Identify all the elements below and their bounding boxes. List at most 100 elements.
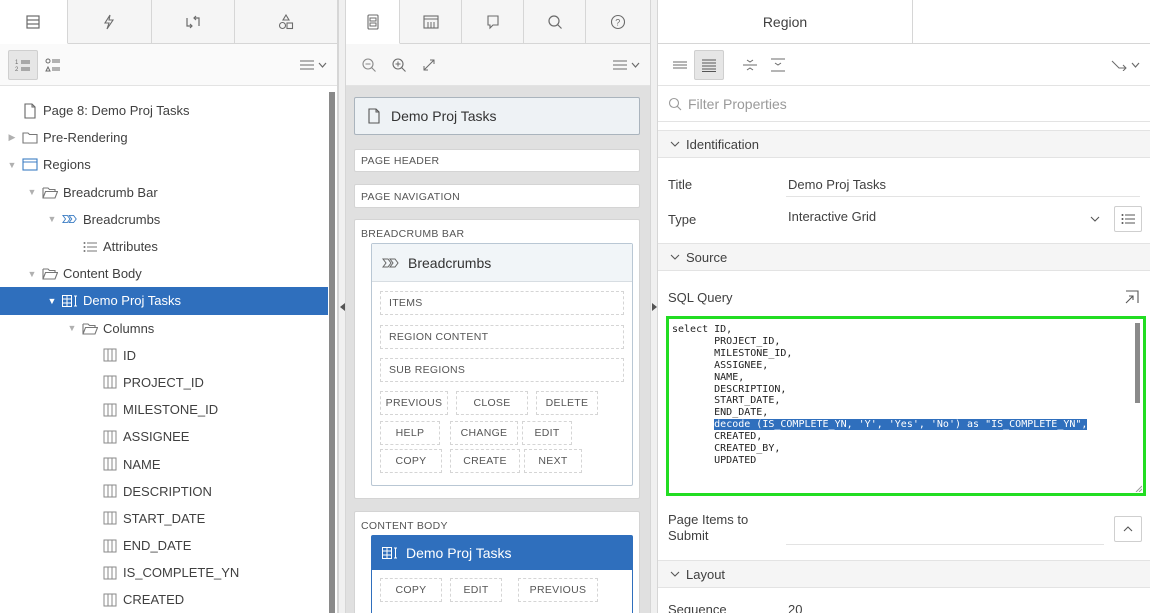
- collapse-toggle-icon[interactable]: ▼: [46, 296, 58, 306]
- sequence-value[interactable]: 20: [788, 602, 802, 613]
- identification-label: Identification: [686, 136, 759, 152]
- help-dropzone[interactable]: HELP: [380, 421, 440, 445]
- left-splitter[interactable]: [338, 0, 346, 613]
- left-menu-button[interactable]: [300, 59, 329, 71]
- grid-icon: [62, 294, 78, 308]
- breadcrumb-bar-slot[interactable]: BREADCRUMB BAR Breadcrumbs ITEMS REGION …: [354, 219, 640, 499]
- tree-node[interactable]: IS_COMPLETE_YN: [0, 559, 328, 586]
- chevron-down-icon[interactable]: [1090, 216, 1100, 222]
- type-value[interactable]: Interactive Grid: [788, 209, 876, 224]
- grid-region[interactable]: Demo Proj Tasks COPY EDIT PREVIOUS: [371, 535, 633, 613]
- tab-messages[interactable]: [462, 0, 524, 43]
- copy-dropzone[interactable]: COPY: [380, 449, 442, 473]
- menu-icon: [300, 60, 314, 69]
- column-icon: [102, 484, 118, 498]
- sql-scrollbar[interactable]: [1135, 323, 1140, 403]
- expand-toggle-icon[interactable]: ▶: [6, 132, 18, 143]
- sql-query-editor[interactable]: select ID, PROJECT_ID, MILESTONE_ID, ASS…: [666, 316, 1146, 496]
- resize-handle-icon[interactable]: [1134, 484, 1142, 492]
- page-items-picker-button[interactable]: [1114, 516, 1142, 542]
- collapse-all-button[interactable]: [764, 51, 792, 79]
- show-all-button[interactable]: [694, 49, 724, 80]
- title-value[interactable]: Demo Proj Tasks: [788, 177, 886, 192]
- create-dropzone[interactable]: CREATE: [450, 449, 520, 473]
- type-list-button[interactable]: [1114, 206, 1142, 232]
- close-dropzone[interactable]: CLOSE: [456, 391, 528, 415]
- expand-all-button[interactable]: [736, 51, 764, 79]
- tree-node[interactable]: ▶ Pre-Rendering: [0, 124, 328, 151]
- grid-previous-dropzone[interactable]: PREVIOUS: [518, 578, 598, 602]
- filter-properties[interactable]: Filter Properties: [658, 86, 1150, 122]
- items-dropzone[interactable]: ITEMS: [380, 291, 624, 315]
- identification-group-header[interactable]: Identification: [658, 130, 1150, 158]
- tree-node[interactable]: END_DATE: [0, 532, 328, 559]
- tree-node-label: START_DATE: [123, 510, 206, 526]
- tree-node[interactable]: ▼ Columns: [0, 315, 328, 342]
- tree-node[interactable]: PROJECT_ID: [0, 369, 328, 396]
- expand-button[interactable]: [414, 50, 444, 80]
- zoom-out-button[interactable]: [354, 50, 384, 80]
- tree-node[interactable]: CREATED: [0, 586, 328, 613]
- tab-region[interactable]: Region: [658, 0, 913, 43]
- group-by-component-button[interactable]: [38, 50, 68, 80]
- speech-bubble-icon: [486, 14, 499, 29]
- sub-regions-dropzone[interactable]: SUB REGIONS: [380, 358, 624, 382]
- tree-node[interactable]: ▼ Demo Proj Tasks: [0, 287, 328, 315]
- tree-node[interactable]: START_DATE: [0, 505, 328, 532]
- delete-dropzone[interactable]: DELETE: [536, 391, 598, 415]
- title-label: Title: [668, 176, 693, 192]
- grid-edit-dropzone[interactable]: EDIT: [450, 578, 502, 602]
- left-scrollbar[interactable]: [329, 92, 335, 613]
- tree-node-label: Breadcrumb Bar: [63, 184, 158, 200]
- content-body-slot[interactable]: CONTENT BODY Demo Proj Tasks COPY EDIT P…: [354, 511, 640, 613]
- right-splitter[interactable]: [650, 0, 658, 613]
- source-group-header[interactable]: Source: [658, 243, 1150, 271]
- tab-search[interactable]: [524, 0, 586, 43]
- page-navigation-slot[interactable]: PAGE NAVIGATION: [354, 184, 640, 208]
- tree-node[interactable]: ID: [0, 342, 328, 369]
- attributes-icon: [82, 240, 98, 254]
- collapse-toggle-icon[interactable]: ▼: [66, 323, 78, 333]
- edit-dropzone[interactable]: EDIT: [522, 421, 572, 445]
- region-content-dropzone[interactable]: REGION CONTENT: [380, 325, 624, 349]
- mid-menu-button[interactable]: [613, 59, 642, 71]
- order-processing-button[interactable]: 12: [8, 49, 38, 80]
- page-header-slot[interactable]: PAGE HEADER: [354, 149, 640, 172]
- tree-node[interactable]: ▼ Content Body: [0, 260, 328, 287]
- tab-help[interactable]: ?: [586, 0, 650, 43]
- tree-node[interactable]: Page 8: Demo Proj Tasks: [0, 97, 328, 124]
- tree-node[interactable]: ▼ Breadcrumbs: [0, 206, 328, 233]
- collapse-toggle-icon[interactable]: ▼: [46, 214, 58, 224]
- tree-node[interactable]: ▼ Regions: [0, 151, 328, 178]
- go-to-group-button[interactable]: [1111, 59, 1142, 71]
- svg-text:1: 1: [15, 60, 19, 66]
- chevron-down-icon: [670, 571, 680, 577]
- tree-node[interactable]: ASSIGNEE: [0, 423, 328, 450]
- tab-rendering[interactable]: [0, 0, 68, 44]
- next-dropzone[interactable]: NEXT: [524, 449, 582, 473]
- tab-processing[interactable]: [152, 0, 236, 43]
- show-common-button[interactable]: [666, 51, 694, 79]
- page-title-box[interactable]: Demo Proj Tasks: [354, 97, 640, 135]
- sql-query-text[interactable]: select ID, PROJECT_ID, MILESTONE_ID, ASS…: [669, 319, 1143, 467]
- breadcrumbs-region[interactable]: Breadcrumbs ITEMS REGION CONTENT SUB REG…: [371, 243, 633, 486]
- zoom-in-button[interactable]: [384, 50, 414, 80]
- tree-node[interactable]: MILESTONE_ID: [0, 396, 328, 423]
- tab-shared-components[interactable]: [235, 0, 337, 43]
- collapse-toggle-icon[interactable]: ▼: [6, 160, 18, 170]
- layout-group-header[interactable]: Layout: [658, 560, 1150, 588]
- content-body-label: CONTENT BODY: [361, 520, 448, 532]
- grid-copy-dropzone[interactable]: COPY: [380, 578, 442, 602]
- collapse-toggle-icon[interactable]: ▼: [26, 187, 38, 197]
- tree-node[interactable]: ▼ Breadcrumb Bar: [0, 179, 328, 206]
- previous-dropzone[interactable]: PREVIOUS: [380, 391, 448, 415]
- tab-component-view[interactable]: [400, 0, 462, 43]
- tree-node[interactable]: DESCRIPTION: [0, 478, 328, 505]
- tree-node[interactable]: Attributes: [0, 233, 328, 260]
- change-dropzone[interactable]: CHANGE: [450, 421, 518, 445]
- collapse-toggle-icon[interactable]: ▼: [26, 269, 38, 279]
- tree-node[interactable]: NAME: [0, 450, 328, 477]
- code-editor-icon[interactable]: [1124, 289, 1140, 305]
- tab-dynamic-actions[interactable]: [68, 0, 152, 43]
- tab-layout[interactable]: [346, 0, 400, 44]
